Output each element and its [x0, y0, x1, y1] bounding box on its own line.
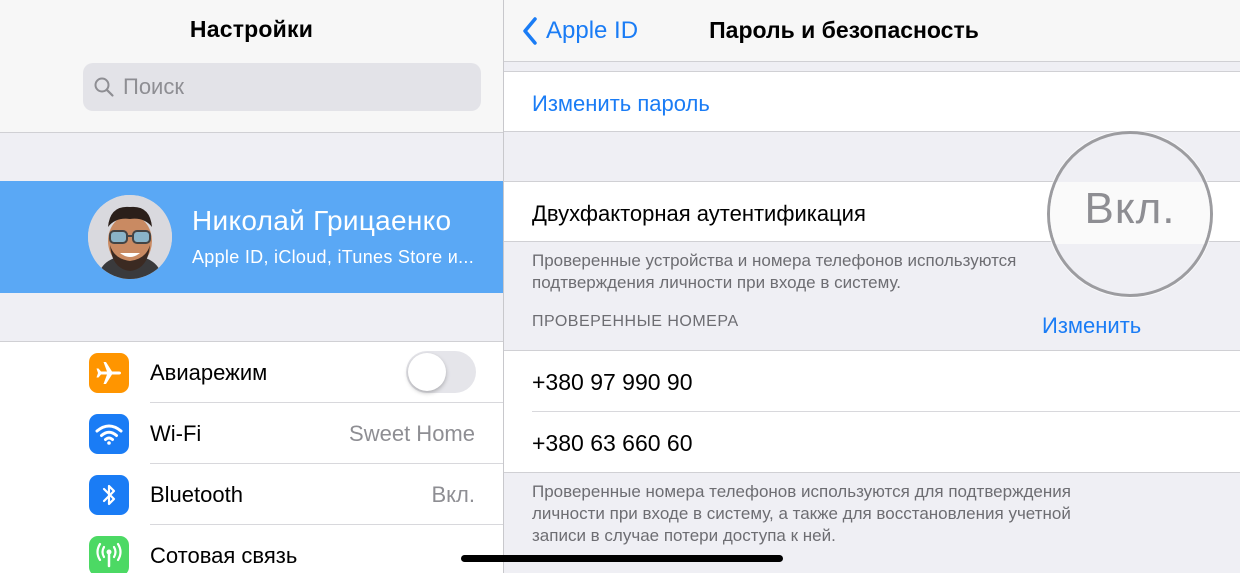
- bluetooth-icon: [89, 475, 129, 515]
- settings-row-wifi[interactable]: Wi-Fi Sweet Home: [0, 403, 503, 464]
- settings-group: Авиарежим Wi-Fi Sweet Home Bluetooth Вкл…: [0, 341, 503, 573]
- airplane-icon: [89, 353, 129, 393]
- edit-numbers-button[interactable]: Изменить: [1042, 313, 1141, 339]
- page-title-text: Пароль и безопасность: [709, 17, 979, 43]
- footnote-line: личности при входе в систему, а также дл…: [532, 504, 1071, 523]
- settings-row-label: Wi-Fi: [150, 421, 202, 446]
- settings-row-airplane[interactable]: Авиарежим: [0, 342, 503, 403]
- navigation-bar: Apple ID Пароль и безопасность: [504, 0, 1240, 62]
- bluetooth-status-value: Вкл.: [431, 482, 476, 507]
- page-title: Пароль и безопасность: [504, 17, 1184, 44]
- change-password-cell[interactable]: Изменить пароль: [504, 71, 1240, 132]
- profile-name: Николай Грицаенко: [192, 205, 452, 236]
- settings-row-label: Bluetooth: [150, 482, 243, 507]
- settings-row-label: Авиарежим: [150, 360, 268, 385]
- home-indicator[interactable]: [461, 555, 783, 562]
- list-item[interactable]: +380 63 660 60: [504, 412, 1240, 473]
- footnote-line: записи в случае потери доступа к ней.: [532, 526, 836, 545]
- password-security-pane: Apple ID Пароль и безопасность Изменить …: [504, 0, 1240, 573]
- toggle-knob: [408, 353, 446, 391]
- apple-id-profile-row[interactable]: Николай Грицаенко Apple ID, iCloud, iTun…: [0, 181, 503, 293]
- verified-numbers-list: +380 97 990 90 +380 63 660 60: [504, 350, 1240, 473]
- search-input[interactable]: [123, 63, 463, 111]
- phone-number: +380 63 660 60: [532, 430, 693, 456]
- footnote-line: Проверенные устройства и номера телефоно…: [532, 251, 1017, 270]
- verified-numbers-header: ПРОВЕРЕННЫЕ НОМЕРА: [532, 313, 739, 330]
- phone-number: +380 97 990 90: [532, 369, 693, 395]
- two-factor-label: Двухфакторная аутентификация: [532, 201, 866, 226]
- verified-numbers-footnote: Проверенные номера телефонов используютс…: [532, 481, 1071, 547]
- change-password-link[interactable]: Изменить пароль: [532, 91, 710, 117]
- settings-row-bluetooth[interactable]: Bluetooth Вкл.: [0, 464, 503, 525]
- wifi-icon: [89, 414, 129, 454]
- airplane-toggle[interactable]: [406, 351, 476, 393]
- sidebar-title: Настройки: [189, 16, 314, 42]
- sidebar-header: Настройки: [0, 0, 503, 133]
- avatar: [88, 195, 172, 279]
- search-field[interactable]: [83, 63, 481, 111]
- two-factor-status: Вкл.: [1084, 184, 1176, 233]
- list-item[interactable]: +380 97 990 90: [504, 351, 1240, 412]
- footnote-line: Проверенные номера телефонов используютс…: [532, 482, 1071, 501]
- profile-subtitle: Apple ID, iCloud, iTunes Store и...: [192, 247, 475, 267]
- settings-sidebar: Настройки Николай Грицаенко App: [0, 0, 503, 573]
- settings-row-cellular[interactable]: Сотовая связь: [0, 525, 503, 573]
- search-icon: [94, 77, 114, 97]
- footnote-line: подтверждения личности при входе в систе…: [532, 273, 902, 292]
- antenna-icon: [89, 536, 129, 573]
- magnifier-callout: Вкл.: [1047, 131, 1213, 297]
- two-factor-footnote: Проверенные устройства и номера телефоно…: [532, 250, 1016, 294]
- settings-row-label: Сотовая связь: [150, 543, 298, 568]
- wifi-network-value: Sweet Home: [349, 421, 475, 446]
